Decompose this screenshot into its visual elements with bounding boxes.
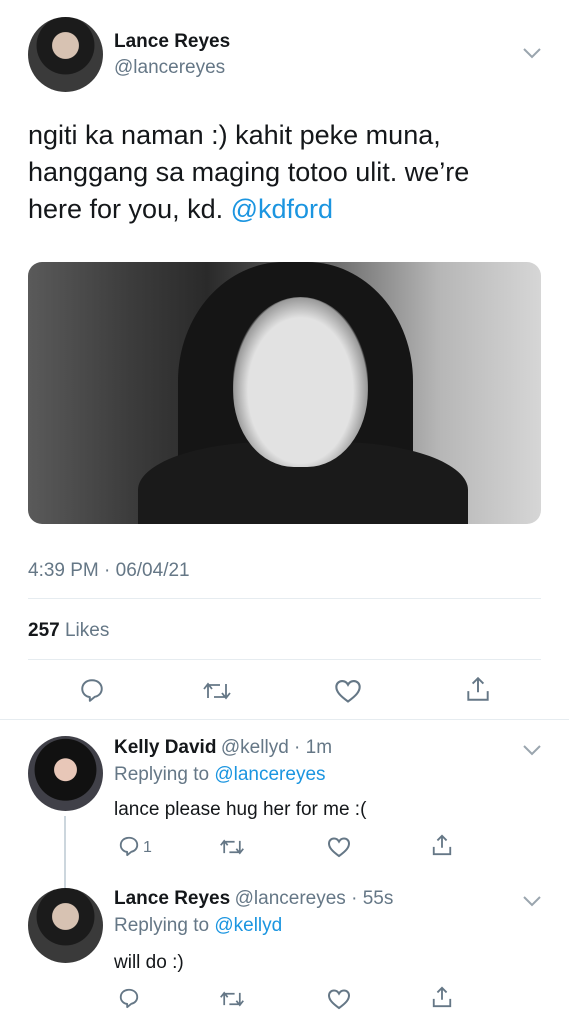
reply-icon[interactable]: [118, 987, 140, 1009]
reply-text: lance please hug her for me :(: [114, 799, 367, 820]
replying-to: Replying to @kellyd: [114, 915, 282, 937]
likes-label: Likes: [64, 620, 110, 641]
chevron-down-icon[interactable]: [522, 43, 542, 64]
retweet-icon[interactable]: [219, 836, 245, 858]
avatar[interactable]: [28, 17, 103, 92]
display-name[interactable]: Kelly David: [114, 737, 216, 758]
handle[interactable]: @lancereyes: [114, 57, 225, 79]
tweet-text-line: hanggang sa maging totoo ulit. we’re: [28, 157, 470, 187]
mention-link[interactable]: @kellyd: [214, 915, 282, 936]
avatar[interactable]: [28, 888, 103, 963]
timestamp[interactable]: 4:39 PM · 06/04/21: [28, 560, 190, 582]
heart-icon[interactable]: [327, 988, 351, 1010]
divider: [28, 598, 541, 599]
share-icon[interactable]: [431, 833, 453, 857]
mention-link[interactable]: @lancereyes: [214, 764, 325, 785]
handle-time[interactable]: @lancereyes · 55s: [235, 888, 394, 909]
tweet-text-line: here for you, kd. @kdford: [28, 191, 548, 228]
tweet-text: ngiti ka naman :) kahit peke muna, hangg…: [28, 117, 548, 228]
tweet-text-line: ngiti ka naman :) kahit peke muna,: [28, 120, 441, 150]
reply-icon[interactable]: [118, 835, 140, 857]
reply-count: 1: [143, 839, 152, 856]
photo-face: [233, 297, 368, 467]
likes-stat[interactable]: 257 Likes: [28, 620, 109, 642]
chevron-down-icon[interactable]: [522, 891, 542, 912]
replying-to: Replying to @lancereyes: [114, 764, 326, 786]
retweet-icon[interactable]: [219, 988, 245, 1010]
likes-count: 257: [28, 620, 60, 641]
reply-header: Lance Reyes @lancereyes · 55s: [114, 888, 393, 910]
reply-text: will do :): [114, 952, 184, 973]
heart-icon[interactable]: [327, 836, 351, 858]
replying-to-label: Replying to: [114, 915, 215, 936]
handle-time[interactable]: @kellyd · 1m: [221, 737, 332, 758]
tweet-photo[interactable]: [28, 262, 541, 524]
reply-icon[interactable]: [79, 677, 105, 703]
share-icon[interactable]: [465, 675, 491, 703]
reply-header: Kelly David @kellyd · 1m: [114, 737, 332, 759]
heart-icon[interactable]: [334, 678, 362, 704]
retweet-icon[interactable]: [202, 678, 232, 704]
share-icon[interactable]: [431, 985, 453, 1009]
divider: [28, 659, 541, 660]
replying-to-label: Replying to: [114, 764, 215, 785]
mention-link[interactable]: @kdford: [231, 194, 333, 224]
display-name[interactable]: Lance Reyes: [114, 888, 230, 909]
display-name[interactable]: Lance Reyes: [114, 31, 230, 53]
tweet-text-segment: here for you, kd.: [28, 194, 231, 224]
chevron-down-icon[interactable]: [522, 740, 542, 761]
avatar[interactable]: [28, 736, 103, 811]
divider: [0, 719, 569, 720]
thread-line: [64, 816, 66, 888]
